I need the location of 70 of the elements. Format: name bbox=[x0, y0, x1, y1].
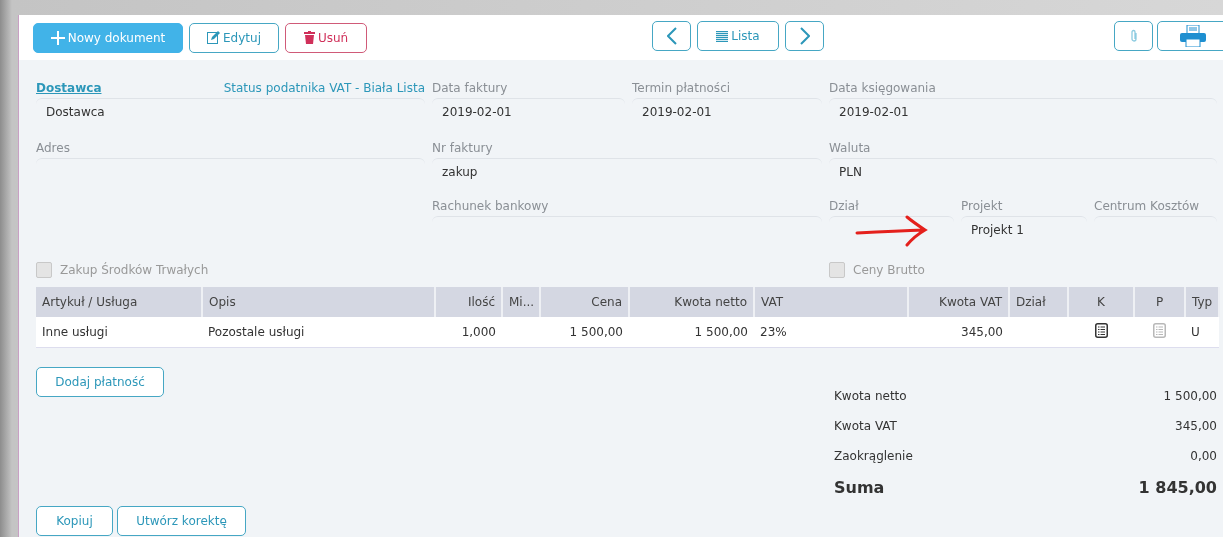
plus-icon bbox=[50, 30, 65, 45]
column-header: VAT bbox=[754, 287, 908, 317]
table-cell: 1,000 bbox=[435, 317, 502, 348]
checkbox[interactable] bbox=[829, 262, 845, 278]
list-button[interactable]: Lista bbox=[697, 21, 779, 51]
input-field[interactable]: PLN bbox=[829, 158, 1217, 185]
copy-button[interactable]: Kopiuj bbox=[36, 506, 113, 536]
column-header: Typ bbox=[1185, 287, 1219, 317]
summary-label: Zaokrąglenie bbox=[834, 449, 913, 463]
input-field[interactable]: 2019-02-01 bbox=[829, 98, 1217, 125]
field-label: Waluta bbox=[829, 141, 871, 155]
field-label[interactable]: Dostawca bbox=[36, 81, 102, 95]
field-label: Data faktury bbox=[432, 81, 508, 95]
printer-icon bbox=[1180, 25, 1206, 47]
summary-label: Suma bbox=[834, 477, 885, 497]
column-header: Opis bbox=[202, 287, 435, 317]
input-field[interactable]: zakup bbox=[432, 158, 822, 185]
field-label: Centrum Kosztów bbox=[1094, 199, 1200, 213]
document-icon[interactable] bbox=[1094, 323, 1108, 338]
table-cell: 23% bbox=[754, 317, 908, 348]
edit-button[interactable]: Edytuj bbox=[189, 22, 279, 53]
summary-value: 0,00 bbox=[1190, 449, 1217, 463]
field-label: Nr faktury bbox=[432, 141, 493, 155]
checkbox[interactable] bbox=[36, 262, 52, 278]
print-button[interactable] bbox=[1157, 21, 1223, 51]
checkbox-label: Zakup Środków Trwałych bbox=[60, 263, 209, 277]
table-cell: 345,00 bbox=[908, 317, 1009, 348]
column-header: Mi... bbox=[502, 287, 540, 317]
attachment-button[interactable] bbox=[1114, 21, 1153, 51]
field-label: Termin płatności bbox=[632, 81, 731, 95]
column-header: Cena bbox=[540, 287, 629, 317]
input-field[interactable]: 2019-02-01 bbox=[632, 98, 822, 125]
chevron-right-icon bbox=[799, 27, 810, 45]
edit-icon bbox=[207, 31, 220, 44]
table-cell: Pozostale usługi bbox=[202, 317, 435, 348]
field-label: Projekt bbox=[961, 199, 1003, 213]
summary-value: 345,00 bbox=[1175, 419, 1217, 433]
field-label: Dział bbox=[829, 199, 859, 213]
delete-button[interactable]: Usuń bbox=[285, 22, 367, 53]
summary-label: Kwota netto bbox=[834, 389, 907, 403]
trash-icon bbox=[303, 31, 315, 44]
paperclip-icon bbox=[1129, 29, 1138, 43]
column-header: Kwota VAT bbox=[908, 287, 1009, 317]
input-field[interactable]: Projekt 1 bbox=[961, 216, 1087, 243]
column-header: Kwota netto bbox=[629, 287, 754, 317]
summary-value: 1 845,00 bbox=[1138, 477, 1217, 497]
field-label: Adres bbox=[36, 141, 70, 155]
add-payment-button[interactable]: Dodaj płatność bbox=[36, 367, 164, 397]
list-icon bbox=[716, 30, 729, 42]
status-link[interactable]: Status podatnika VAT - Biała Lista bbox=[223, 81, 425, 95]
table-cell: 1 500,00 bbox=[540, 317, 629, 348]
column-header: K bbox=[1068, 287, 1134, 317]
chevron-left-icon bbox=[666, 27, 677, 45]
checkbox-label: Ceny Brutto bbox=[853, 263, 925, 277]
field-label: Data księgowania bbox=[829, 81, 936, 95]
next-button[interactable] bbox=[785, 21, 824, 51]
column-header: P bbox=[1134, 287, 1185, 317]
summary-label: Kwota VAT bbox=[834, 419, 897, 433]
table-cell: U bbox=[1185, 317, 1219, 348]
column-header: Dział bbox=[1009, 287, 1068, 317]
input-field[interactable]: Dostawca bbox=[36, 98, 425, 125]
summary-value: 1 500,00 bbox=[1163, 389, 1217, 403]
table-cell: Inne usługi bbox=[36, 317, 202, 348]
input-field[interactable]: 2019-02-01 bbox=[432, 98, 625, 125]
table-cell: 1 500,00 bbox=[629, 317, 754, 348]
previous-button[interactable] bbox=[652, 21, 691, 51]
column-header: Artykuł / Usługa bbox=[36, 287, 202, 317]
field-label: Rachunek bankowy bbox=[432, 199, 549, 213]
correction-button[interactable]: Utwórz korektę bbox=[117, 506, 246, 536]
column-header: Ilość bbox=[435, 287, 502, 317]
